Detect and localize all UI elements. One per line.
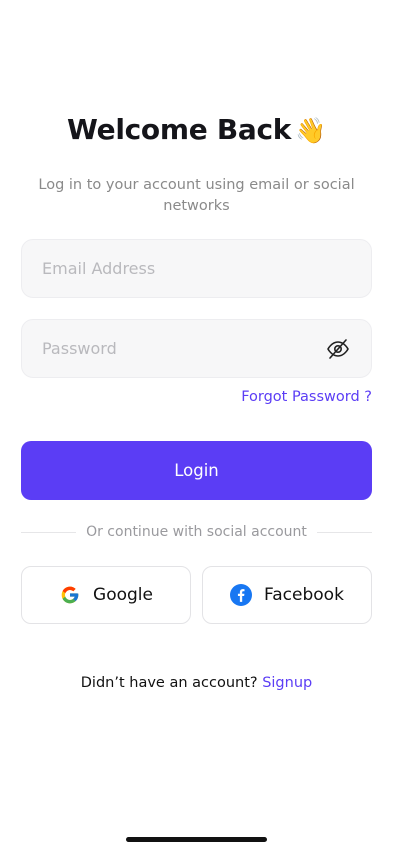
- waving-hand-icon: 👋: [295, 116, 326, 145]
- password-field[interactable]: [21, 319, 372, 378]
- google-icon: [59, 584, 81, 606]
- facebook-icon: [230, 584, 253, 606]
- home-indicator: [126, 837, 267, 842]
- page-subtitle: Log in to your account using email or so…: [38, 177, 355, 214]
- page-title-text: Welcome Back: [67, 113, 292, 146]
- forgot-password-link[interactable]: Forgot Password ?: [241, 389, 372, 405]
- signup-link[interactable]: Signup: [262, 675, 312, 691]
- signup-prompt-text: Didn’t have an account?: [80, 675, 258, 691]
- email-input[interactable]: [42, 259, 351, 278]
- google-label: Google: [93, 585, 153, 605]
- facebook-login-button[interactable]: Facebook: [202, 566, 372, 624]
- divider-line-left: [21, 531, 77, 533]
- divider-text: Or continue with social account: [86, 524, 307, 540]
- divider-line-right: [316, 531, 372, 533]
- login-button[interactable]: Login: [21, 441, 372, 500]
- email-field[interactable]: [21, 239, 372, 298]
- facebook-label: Facebook: [264, 585, 344, 605]
- eye-off-icon[interactable]: [325, 336, 351, 362]
- signup-prompt: Didn’t have an account? Signup: [0, 675, 393, 691]
- social-divider: Or continue with social account: [21, 522, 372, 542]
- google-login-button[interactable]: Google: [21, 566, 191, 624]
- page-title: Welcome Back 👋: [0, 113, 393, 146]
- password-input[interactable]: [42, 339, 325, 358]
